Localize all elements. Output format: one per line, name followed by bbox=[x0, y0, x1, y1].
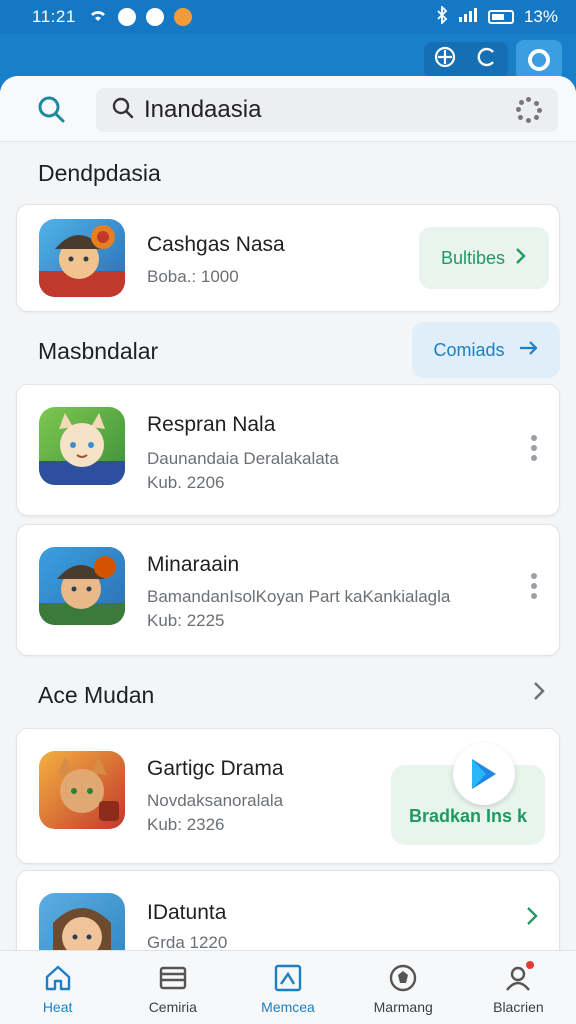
app-icon bbox=[39, 547, 125, 625]
signal-icon bbox=[458, 7, 478, 28]
app-notification-icon bbox=[173, 8, 192, 26]
check-icon bbox=[117, 8, 136, 26]
search-field-icon bbox=[112, 97, 134, 124]
app-name: Respran Nala bbox=[147, 413, 276, 436]
app-name: Minaraain bbox=[147, 553, 240, 576]
nav-item-rewards[interactable]: Marmang bbox=[346, 951, 461, 1024]
chart-icon bbox=[273, 963, 303, 993]
nav-label: Marmang bbox=[373, 999, 433, 1015]
app-name: Cashgas Nasa bbox=[147, 233, 285, 256]
bluetooth-icon bbox=[436, 4, 448, 29]
play-store-icon bbox=[453, 743, 515, 805]
app-name: IDatunta bbox=[147, 901, 227, 924]
app-size: Kub: 2326 bbox=[147, 815, 225, 834]
notification-icon bbox=[145, 8, 164, 26]
install-button[interactable]: Bradkan Ins k bbox=[391, 743, 545, 845]
chevron-right-icon[interactable] bbox=[525, 905, 539, 934]
search-icon[interactable] bbox=[36, 94, 66, 124]
app-meta: Boba.: 1000 bbox=[147, 267, 239, 286]
status-icons-right: 13% bbox=[436, 4, 558, 29]
header-actions bbox=[424, 42, 508, 78]
status-icons-left bbox=[88, 7, 192, 28]
nav-label: Heat bbox=[42, 999, 73, 1015]
nav-item-categories[interactable]: Cemiria bbox=[115, 951, 230, 1024]
main-sheet: Inandaasia Dendpdasia Cashgas Nasa Boba.… bbox=[0, 76, 576, 956]
app-meta: BamandanIsolKoyan Part kaKankialagla bbox=[147, 587, 451, 606]
app-card[interactable]: Gartigc Drama Novdaksanoralala Kub: 2326… bbox=[16, 728, 560, 864]
notification-badge bbox=[526, 961, 535, 969]
chevron-right-icon bbox=[515, 247, 527, 270]
nav-item-home[interactable]: Heat bbox=[0, 951, 115, 1024]
nav-label: Blacrien bbox=[493, 999, 544, 1015]
app-icon bbox=[39, 407, 125, 485]
more-options-icon[interactable] bbox=[529, 435, 539, 461]
section-title-first: Dendpdasia bbox=[38, 160, 161, 186]
search-row: Inandaasia bbox=[0, 76, 576, 142]
nav-label: Memcea bbox=[261, 999, 315, 1015]
see-all-label: Comiads bbox=[433, 339, 505, 360]
more-options-icon[interactable] bbox=[529, 573, 539, 599]
nav-label: Cemiria bbox=[148, 999, 197, 1015]
section-title-third: Ace Mudan bbox=[38, 682, 155, 708]
badge-icon bbox=[388, 963, 418, 993]
loading-icon bbox=[516, 97, 542, 123]
list-icon bbox=[158, 963, 188, 993]
chevron-right-icon[interactable] bbox=[532, 680, 546, 709]
camera-icon bbox=[528, 49, 550, 71]
nav-item-profile[interactable]: Blacrien bbox=[461, 951, 576, 1024]
search-input[interactable]: Inandaasia bbox=[96, 88, 558, 132]
status-bar: 11:21 13% bbox=[0, 0, 576, 34]
app-card[interactable]: Minaraain BamandanIsolKoyan Part kaKanki… bbox=[16, 524, 560, 656]
app-size: Kub: 2225 bbox=[147, 611, 225, 630]
see-all-button[interactable]: Comiads bbox=[412, 322, 560, 378]
add-tab-icon[interactable] bbox=[434, 46, 456, 74]
app-card[interactable]: Cashgas Nasa Boba.: 1000 Bultibes bbox=[16, 204, 560, 312]
app-size: Kub. 2206 bbox=[147, 473, 225, 492]
status-time: 11:21 bbox=[32, 7, 76, 26]
wifi-icon bbox=[88, 7, 108, 28]
home-icon bbox=[43, 963, 73, 993]
camera-button[interactable] bbox=[516, 40, 562, 80]
open-button[interactable]: Bultibes bbox=[419, 227, 549, 289]
section-title-second: Masbndalar bbox=[38, 338, 159, 364]
app-meta: Daunandaia Deralakalata bbox=[147, 449, 339, 468]
app-card[interactable]: Respran Nala Daunandaia Deralakalata Kub… bbox=[16, 384, 560, 516]
app-icon bbox=[39, 751, 125, 829]
battery-icon bbox=[487, 10, 514, 24]
install-label: Bradkan Ins k bbox=[408, 806, 528, 826]
refresh-icon[interactable] bbox=[476, 46, 498, 74]
app-icon bbox=[39, 219, 125, 297]
arrow-right-icon bbox=[519, 340, 539, 361]
open-button-label: Bultibes bbox=[440, 247, 506, 268]
nav-item-charts[interactable]: Memcea bbox=[230, 951, 345, 1024]
bottom-navigation: Heat Cemiria Memcea Marmang Blacrien bbox=[0, 950, 576, 1024]
app-name: Gartigc Drama bbox=[147, 757, 284, 780]
app-icon bbox=[39, 893, 125, 956]
app-card[interactable]: IDatunta Grda 1220 bbox=[16, 870, 560, 956]
app-meta: Novdaksanoralala bbox=[147, 791, 284, 810]
search-query: Inandaasia bbox=[144, 96, 262, 123]
battery-percent: 13% bbox=[523, 7, 558, 26]
